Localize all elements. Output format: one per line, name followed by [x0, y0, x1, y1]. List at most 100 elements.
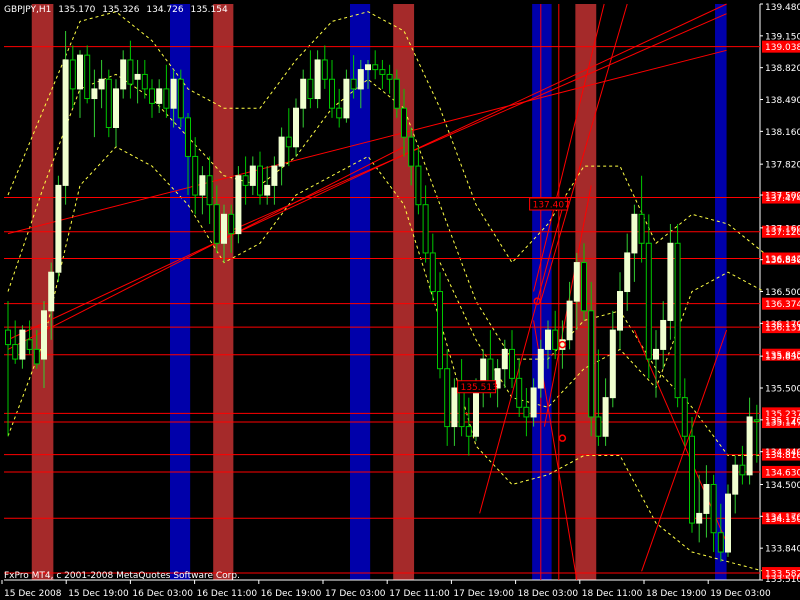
candle-body-3	[26, 339, 33, 350]
candle-body-21	[156, 88, 163, 104]
candle-body-52	[379, 69, 386, 75]
price-axis: 139.480 139.150 138.820 138.490 138.160 137.8…	[760, 3, 800, 585]
y-tick-label-0: 139.480	[765, 3, 800, 13]
marker-2	[558, 434, 567, 442]
y-tick-label-11: 135.830	[765, 353, 800, 363]
x-tick-label-2: 16 Dec 03:00	[132, 589, 193, 599]
candle-body-37	[271, 165, 278, 186]
y-tick-label-8: 136.830	[765, 256, 800, 266]
candle-body-58	[422, 204, 429, 254]
candle-body-78	[566, 300, 573, 341]
candle-body-38	[278, 136, 285, 167]
high-value: 135.326	[102, 5, 139, 15]
candle-body-55	[401, 107, 407, 138]
x-tick-label-7: 17 Dec 19:00	[453, 589, 514, 599]
y-tick-label-13: 135.170	[765, 416, 800, 426]
candle-body-34	[249, 165, 256, 186]
candle-body-33	[242, 175, 249, 186]
candle-body-4	[33, 348, 40, 365]
candle-body-87	[631, 213, 638, 254]
annotation-label-0: 137.407	[533, 201, 570, 211]
candle-body-86	[624, 252, 631, 293]
candle-body-100	[725, 493, 731, 553]
level-label-4: 136.374	[765, 300, 800, 310]
y-tick-label-17: 133.840	[765, 545, 800, 555]
y-tick-label-14: 134.840	[765, 448, 800, 458]
candle-body-24	[177, 78, 184, 119]
candle-body-70	[509, 348, 515, 379]
candle-body-39	[285, 136, 292, 148]
candle-body-41	[300, 78, 307, 109]
candle-body-83	[602, 397, 609, 437]
candle-body-11	[84, 54, 91, 100]
candle-body-19	[141, 73, 148, 90]
candle-body-74	[537, 348, 544, 389]
y-tick-label-16: 134.170	[765, 513, 800, 523]
x-tick-label-1: 15 Dec 19:00	[68, 589, 129, 599]
x-tick-label-4: 16 Dec 19:00	[261, 589, 322, 599]
candle-body-72	[523, 406, 530, 418]
candle-body-22	[163, 88, 170, 109]
candle-body-31	[228, 213, 235, 235]
price-chart[interactable]: 139.038137.474137.120136.842136.374136.1…	[0, 0, 800, 600]
candle-body-93	[674, 242, 681, 399]
candle-body-89	[645, 242, 652, 360]
candle-body-43	[314, 59, 321, 100]
candle-body-23	[170, 78, 177, 109]
candle-body-14	[105, 78, 112, 128]
candle-body-103	[746, 416, 753, 476]
y-tick-label-4: 138.160	[765, 128, 800, 138]
level-label-0: 139.038	[765, 43, 800, 53]
y-tick-label-2: 138.820	[765, 64, 800, 74]
time-axis: 15 Dec 2008 15 Dec 19:00 16 Dec 03:00 16 De…	[1, 580, 771, 599]
x-tick-label-11: 19 Dec 03:00	[710, 589, 771, 599]
candle-body-81	[588, 310, 595, 418]
candle-body-88	[638, 213, 645, 244]
candle-body-63	[458, 387, 465, 428]
candle-body-76	[552, 329, 559, 350]
candle-body-28	[206, 175, 213, 206]
y-tick-label-10: 136.170	[765, 320, 800, 330]
candle-body-29	[213, 204, 220, 244]
candle-body-84	[609, 329, 616, 399]
candle-body-35	[257, 165, 263, 196]
candle-body-49	[357, 69, 364, 90]
candle-body-48	[350, 78, 357, 90]
y-tick-label-15: 134.500	[765, 481, 800, 491]
candle-body-36	[264, 184, 271, 196]
candle-body-9	[69, 59, 76, 90]
candle-body-82	[595, 416, 602, 437]
x-tick-label-5: 17 Dec 03:00	[325, 589, 386, 599]
candle-body-61	[444, 368, 451, 428]
symbol-header: GBPJPY,H1 135.170 135.326 134.726 135.15…	[4, 5, 228, 15]
copyright-text: FxPro MT4, c 2001-2008 MetaQuotes Softwa…	[4, 571, 240, 581]
candle-body-17	[127, 59, 134, 85]
x-tick-label-9: 18 Dec 11:00	[582, 589, 643, 599]
candle-body-50	[365, 64, 371, 71]
candle-body-97	[703, 483, 710, 514]
y-tick-label-7: 137.160	[765, 224, 800, 234]
level-label-10: 134.630	[765, 468, 800, 478]
x-tick-label-3: 16 Dec 11:00	[197, 589, 258, 599]
candle-body-102	[739, 464, 746, 476]
zone-7	[715, 4, 727, 580]
candles	[5, 31, 760, 562]
candle-body-64	[465, 426, 472, 437]
candle-body-99	[717, 532, 724, 553]
y-tick-label-6: 137.500	[765, 192, 800, 202]
candle-body-32	[235, 175, 242, 235]
candle-body-51	[372, 64, 379, 71]
x-tick-label-6: 17 Dec 11:00	[389, 589, 450, 599]
candle-body-94	[681, 397, 688, 437]
candle-body-75	[545, 329, 551, 350]
y-tick-label-1: 139.150	[765, 32, 800, 42]
close-value: 135.154	[190, 5, 227, 15]
candle-body-5	[41, 310, 47, 360]
candle-body-13	[98, 78, 105, 90]
candle-body-95	[689, 435, 695, 524]
candle-body-8	[62, 59, 69, 186]
candle-body-0	[5, 329, 11, 346]
candle-body-10	[77, 54, 83, 90]
symbol: GBPJPY,H1	[4, 5, 51, 15]
candle-body-40	[293, 107, 299, 148]
